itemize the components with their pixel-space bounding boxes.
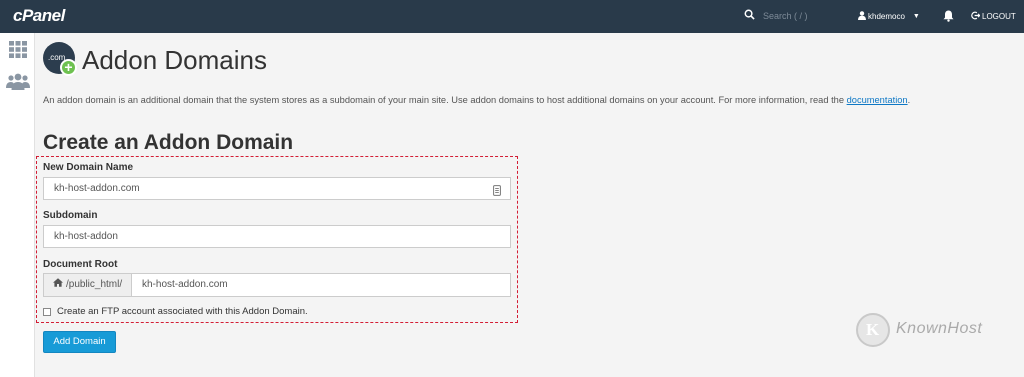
page-title: Addon Domains xyxy=(82,45,267,75)
document-root-input[interactable]: kh-host-addon.com xyxy=(131,273,511,297)
knownhost-logo-letter: K xyxy=(866,320,880,339)
cpanel-logo[interactable]: cPanel xyxy=(13,6,65,26)
document-root-label: Document Root xyxy=(43,259,118,270)
autofill-icon[interactable] xyxy=(493,183,501,196)
add-domain-button[interactable]: Add Domain xyxy=(43,331,116,353)
user-menu[interactable]: khdemoco ▼ xyxy=(858,11,920,22)
new-domain-input[interactable]: kh-host-addon.com xyxy=(43,177,511,200)
addon-domains-icon: .com + xyxy=(43,42,77,76)
logout-icon xyxy=(971,11,982,22)
page-description: An addon domain is an additional domain … xyxy=(43,95,910,105)
subdomain-label: Subdomain xyxy=(43,210,98,221)
plus-icon: + xyxy=(60,59,77,76)
description-text: An addon domain is an additional domain … xyxy=(43,95,847,105)
document-root-prefix: /public_html/ xyxy=(43,273,132,297)
ftp-account-label[interactable]: Create an FTP account associated with th… xyxy=(57,306,308,317)
ftp-account-checkbox[interactable] xyxy=(43,308,51,316)
documentation-link[interactable]: documentation xyxy=(847,95,908,105)
search-box[interactable]: Search ( / ) xyxy=(744,9,808,22)
knownhost-watermark: KnownHost xyxy=(896,320,983,337)
top-navbar: cPanel Search ( / ) khdemoco ▼ LOGOUT xyxy=(0,0,1024,33)
description-end: . xyxy=(907,95,911,105)
grid-icon[interactable] xyxy=(9,41,27,58)
document-root-prefix-text: /public_html/ xyxy=(66,279,123,290)
logout-button[interactable]: LOGOUT xyxy=(971,11,1016,22)
chevron-down-icon: ▼ xyxy=(912,13,920,20)
bell-icon[interactable] xyxy=(943,9,954,27)
section-title: Create an Addon Domain xyxy=(43,131,294,154)
home-icon xyxy=(53,274,66,296)
users-icon[interactable] xyxy=(6,73,30,90)
knownhost-logo: K xyxy=(856,313,890,347)
username-label: khdemoco xyxy=(868,12,905,21)
new-domain-label: New Domain Name xyxy=(43,162,134,173)
user-icon xyxy=(858,11,868,22)
left-sidebar xyxy=(0,33,35,377)
subdomain-input[interactable]: kh-host-addon xyxy=(43,225,511,248)
search-icon xyxy=(744,9,755,22)
logout-label: LOGOUT xyxy=(982,12,1016,21)
search-input[interactable]: Search ( / ) xyxy=(763,11,808,21)
